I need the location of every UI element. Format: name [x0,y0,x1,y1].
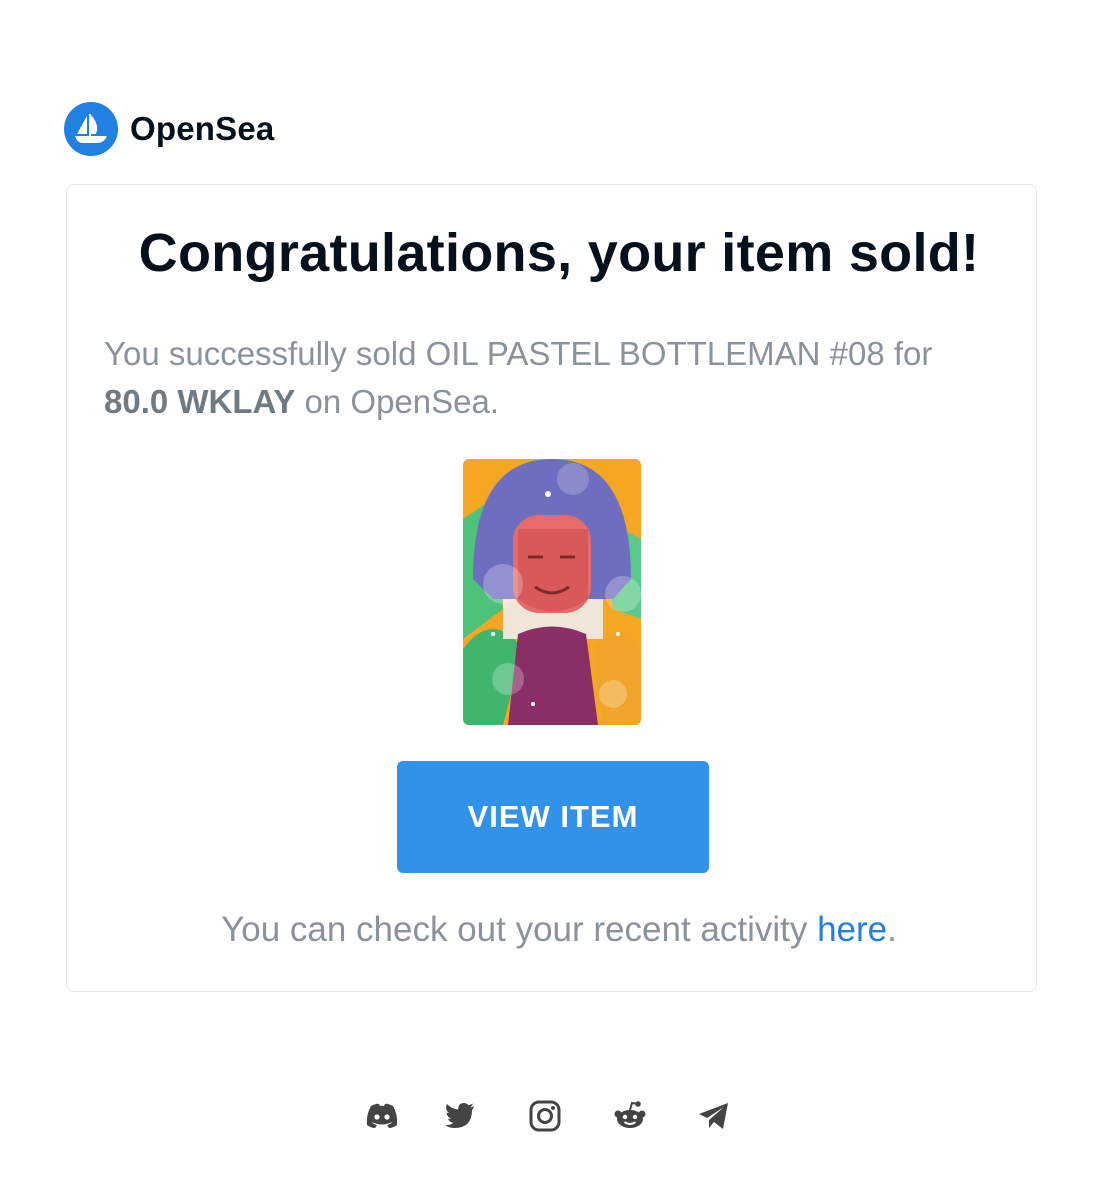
sale-amount: 80.0 WKLAY [104,383,296,420]
social-links [0,1098,1118,1134]
recent-activity-suffix: . [887,910,897,949]
sold-message-prefix: You successfully sold OIL PASTEL BOTTLEM… [104,335,933,372]
recent-activity-link[interactable]: here [817,910,887,949]
telegram-icon[interactable] [696,1098,732,1134]
view-item-button[interactable]: VIEW ITEM [397,761,709,873]
headline: Congratulations, your item sold! [138,223,980,283]
reddit-icon[interactable] [612,1098,648,1134]
twitter-icon[interactable] [442,1098,478,1134]
brand-header[interactable]: OpenSea [64,102,274,156]
sold-message: You successfully sold OIL PASTEL BOTTLEM… [104,330,1004,426]
instagram-icon[interactable] [527,1098,563,1134]
sold-message-suffix: on OpenSea. [295,383,500,420]
brand-name: OpenSea [130,110,275,147]
opensea-boat-icon [64,102,118,156]
recent-activity-prefix: You can check out your recent activity [221,910,818,949]
discord-icon[interactable] [364,1098,400,1134]
nft-artwork-image[interactable] [463,459,641,725]
recent-activity-text: You can check out your recent activity h… [0,910,1118,950]
